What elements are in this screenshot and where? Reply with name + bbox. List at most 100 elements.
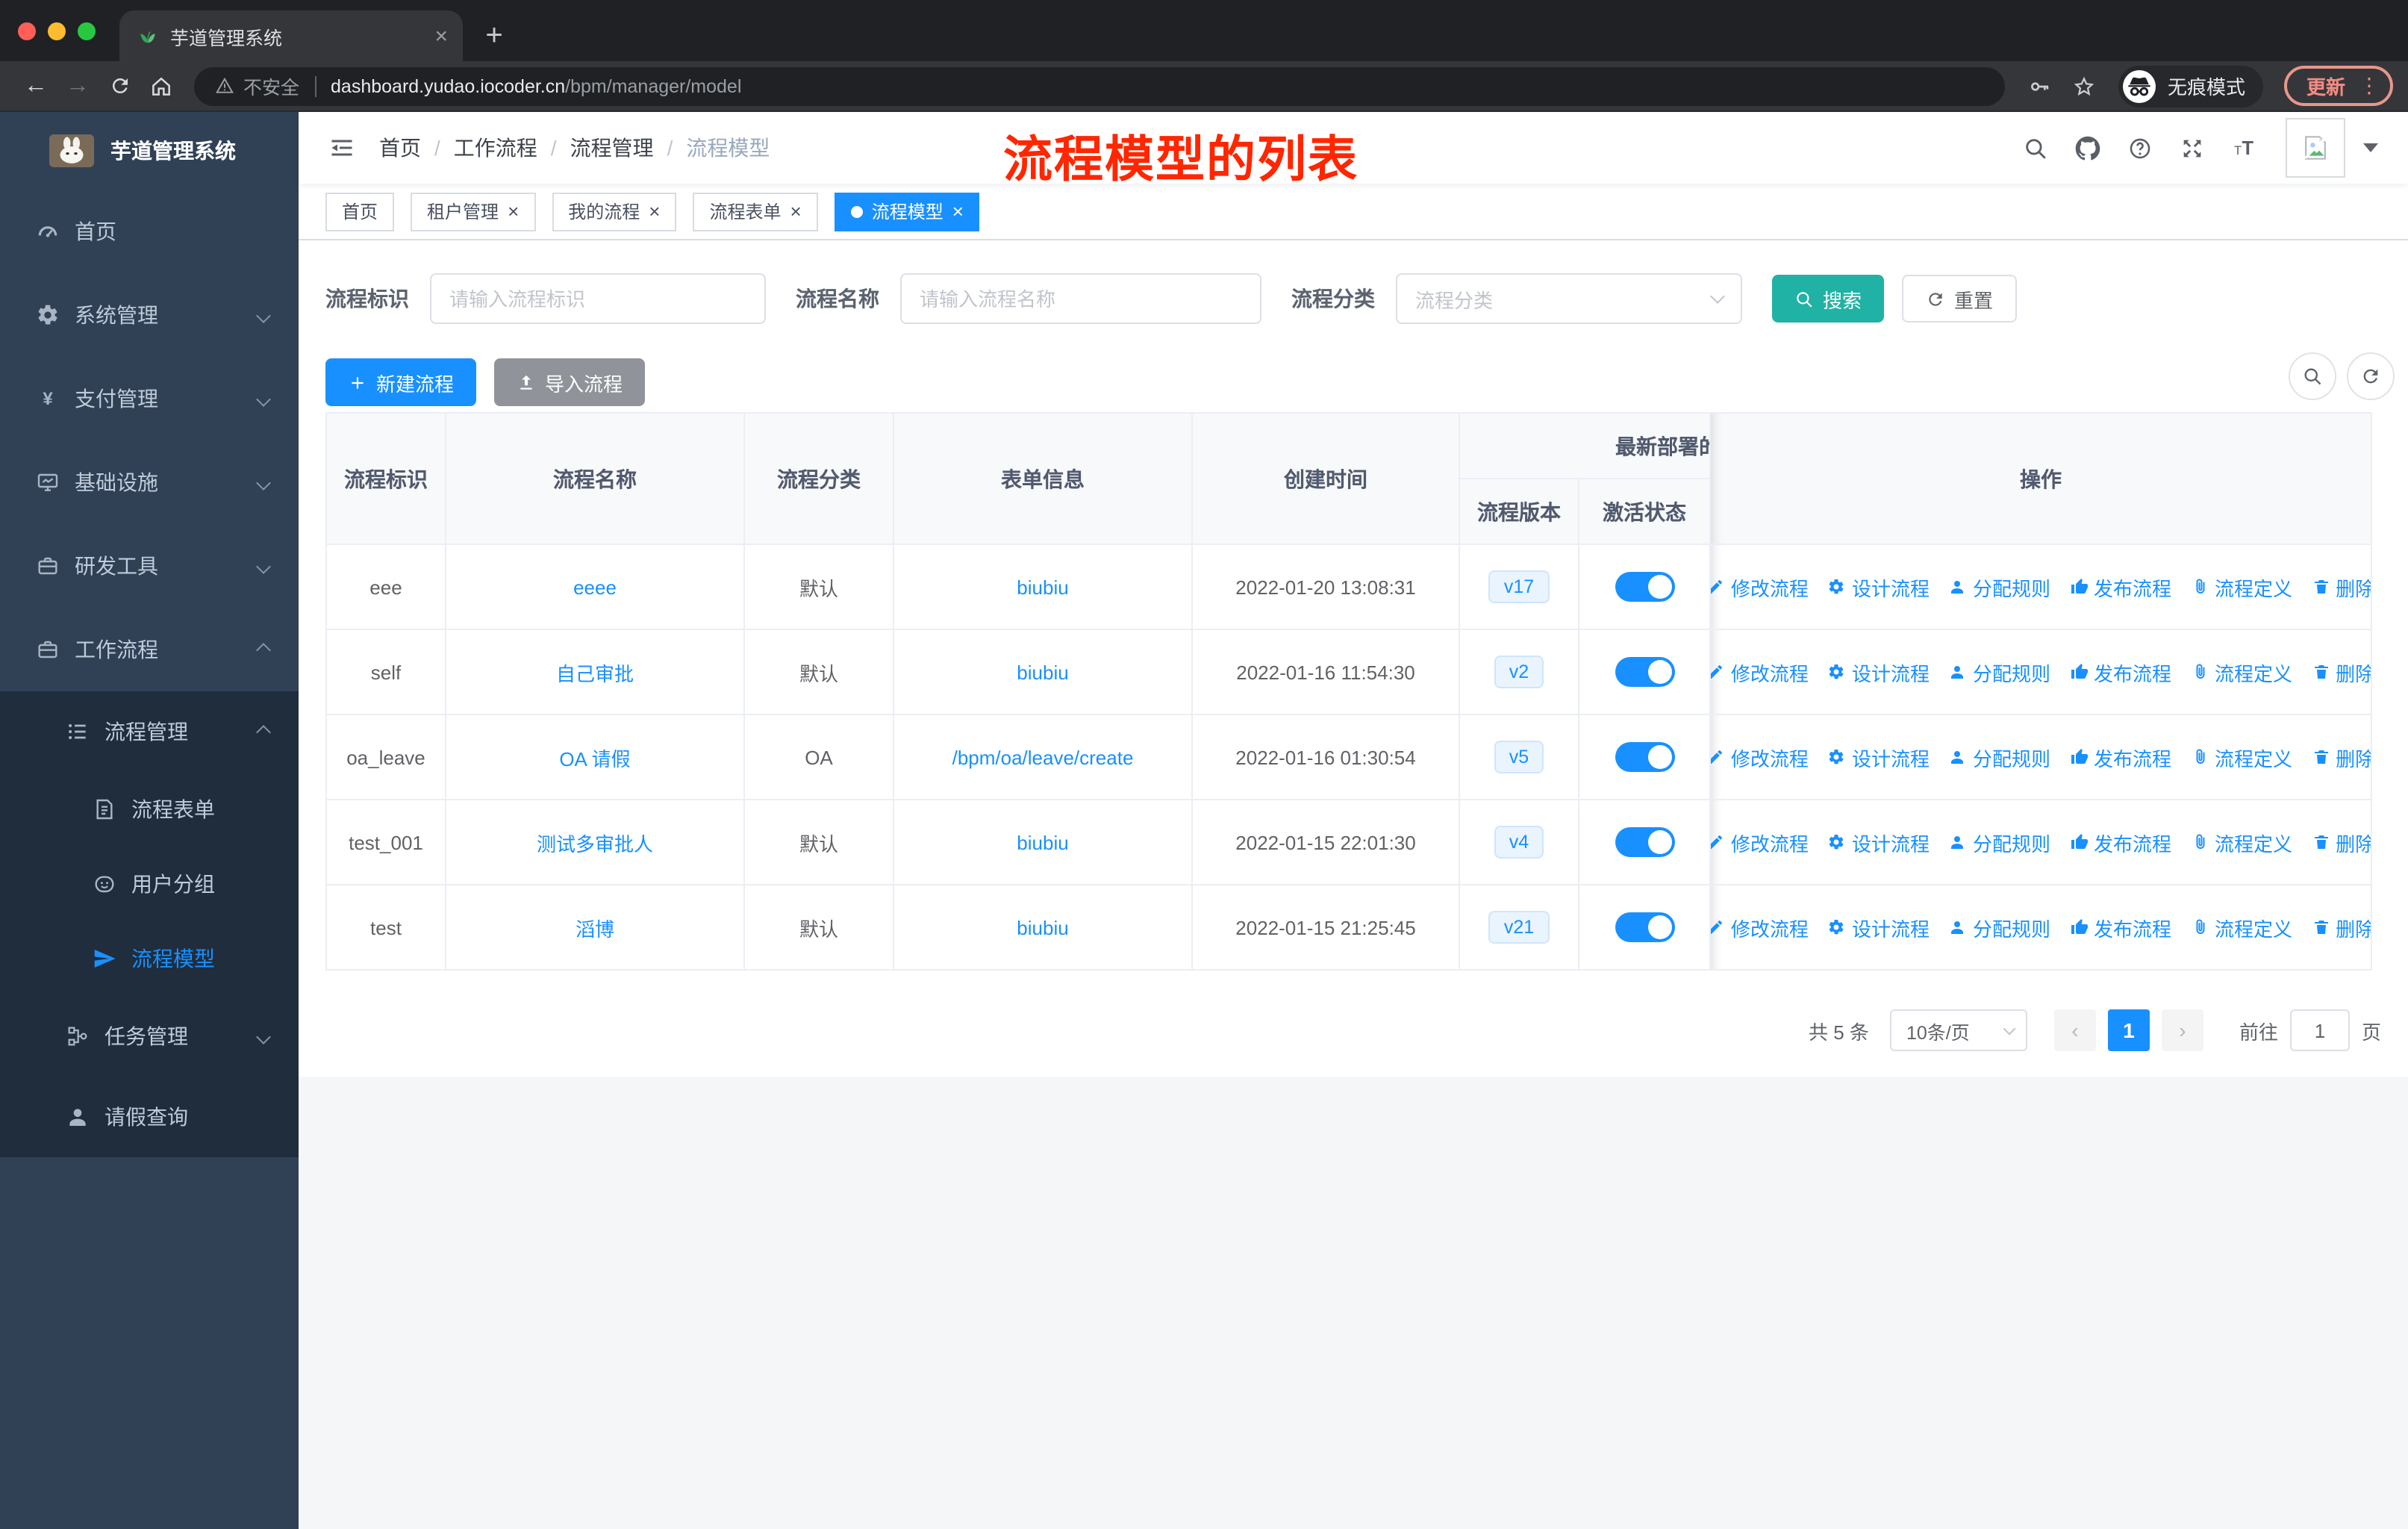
action-definition[interactable]: 流程定义 — [2191, 658, 2292, 686]
version-badge[interactable]: v2 — [1494, 655, 1544, 688]
action-assign[interactable]: 分配规则 — [1949, 573, 2050, 601]
close-window-button[interactable] — [18, 22, 36, 40]
action-design[interactable]: 设计流程 — [1828, 658, 1930, 686]
next-page-button[interactable]: › — [2161, 1009, 2203, 1051]
close-icon[interactable]: × — [952, 202, 964, 221]
browser-tab[interactable]: 芋道管理系统 × — [119, 10, 463, 61]
model-name-link[interactable]: 测试多审批人 — [537, 832, 653, 855]
view-tag[interactable]: 首页 — [325, 192, 395, 231]
action-design[interactable]: 设计流程 — [1828, 743, 1930, 771]
sidebar-item-payment[interactable]: 支付管理 — [0, 357, 299, 440]
action-modify[interactable]: 修改流程 — [1710, 573, 1809, 601]
avatar[interactable] — [2286, 118, 2345, 178]
update-button[interactable]: 更新 ⋮ — [2283, 66, 2393, 106]
form-info-link[interactable]: /bpm/oa/leave/create — [952, 746, 1134, 768]
import-model-button[interactable]: 导入流程 — [494, 358, 646, 406]
action-publish[interactable]: 发布流程 — [2070, 573, 2171, 601]
maximize-window-button[interactable] — [78, 22, 96, 40]
refresh-table-button[interactable] — [2347, 352, 2395, 400]
close-icon[interactable]: × — [508, 202, 519, 221]
model-name-link[interactable]: OA 请假 — [559, 747, 630, 770]
version-badge[interactable]: v5 — [1494, 741, 1544, 773]
category-select[interactable]: 流程分类 — [1396, 273, 1742, 324]
sidebar-item-devtools[interactable]: 研发工具 — [0, 524, 299, 608]
action-definition[interactable]: 流程定义 — [2191, 573, 2292, 601]
action-design[interactable]: 设计流程 — [1828, 828, 1930, 856]
model-name-link[interactable]: 自己审批 — [556, 662, 634, 685]
reload-button[interactable] — [99, 65, 140, 107]
search-button[interactable]: 搜索 — [1772, 275, 1885, 323]
avatar-caret-icon[interactable] — [2363, 143, 2378, 152]
action-delete[interactable]: 删除 — [2312, 913, 2370, 941]
action-design[interactable]: 设计流程 — [1828, 573, 1930, 601]
address-bar[interactable]: 不安全 dashboard.yudao.iocoder.cn/bpm/manag… — [194, 66, 2005, 105]
sidebar-item-process-manage[interactable]: 流程管理 — [0, 691, 299, 772]
model-id-input[interactable] — [430, 273, 766, 324]
action-publish[interactable]: 发布流程 — [2070, 658, 2171, 686]
form-info-link[interactable]: biubiu — [1017, 831, 1068, 853]
security-label[interactable]: 不安全 — [243, 72, 299, 100]
browser-menu-icon[interactable]: ⋮ — [2359, 73, 2380, 99]
action-modify[interactable]: 修改流程 — [1710, 913, 1809, 941]
breadcrumb-home[interactable]: 首页 — [379, 133, 421, 163]
home-button[interactable] — [140, 65, 182, 107]
form-info-link[interactable]: biubiu — [1017, 576, 1068, 598]
new-tab-button[interactable]: + — [472, 13, 517, 58]
action-delete[interactable]: 删除 — [2312, 743, 2370, 771]
active-status-toggle[interactable] — [1615, 572, 1674, 602]
action-delete[interactable]: 删除 — [2312, 828, 2370, 856]
version-badge[interactable]: v4 — [1494, 826, 1544, 859]
action-publish[interactable]: 发布流程 — [2070, 828, 2171, 856]
sidebar-item-process-model[interactable]: 流程模型 — [0, 921, 299, 996]
form-info-link[interactable]: biubiu — [1017, 916, 1068, 938]
action-assign[interactable]: 分配规则 — [1949, 658, 2050, 686]
view-tag[interactable]: 流程表单 × — [693, 192, 818, 231]
sidebar-item-user-group[interactable]: 用户分组 — [0, 847, 299, 921]
help-icon[interactable] — [2127, 135, 2153, 161]
prev-page-button[interactable]: ‹ — [2053, 1009, 2096, 1051]
minimize-window-button[interactable] — [48, 22, 66, 40]
active-status-toggle[interactable] — [1615, 827, 1674, 857]
view-tag[interactable]: 租户管理 × — [411, 192, 536, 231]
action-assign[interactable]: 分配规则 — [1949, 743, 2050, 771]
breadcrumb-process-manage[interactable]: 流程管理 — [570, 133, 654, 163]
action-delete[interactable]: 删除 — [2312, 573, 2370, 601]
version-badge[interactable]: v21 — [1488, 911, 1550, 944]
tab-close-icon[interactable]: × — [434, 25, 448, 47]
password-key-icon[interactable] — [2020, 66, 2059, 105]
breadcrumb-workflow[interactable]: 工作流程 — [454, 133, 537, 163]
action-definition[interactable]: 流程定义 — [2191, 913, 2292, 941]
action-modify[interactable]: 修改流程 — [1710, 743, 1809, 771]
action-publish[interactable]: 发布流程 — [2070, 913, 2171, 941]
collapse-sidebar-icon[interactable] — [328, 134, 355, 161]
close-icon[interactable]: × — [649, 202, 660, 221]
close-icon[interactable]: × — [790, 202, 802, 221]
action-definition[interactable]: 流程定义 — [2191, 828, 2292, 856]
page-1-button[interactable]: 1 — [2107, 1009, 2150, 1051]
action-publish[interactable]: 发布流程 — [2070, 743, 2171, 771]
back-button[interactable]: ← — [15, 65, 57, 107]
sidebar-item-leave-query[interactable]: 请假查询 — [0, 1077, 299, 1157]
model-name-link[interactable]: 滔博 — [576, 918, 614, 940]
sidebar-item-home[interactable]: 首页 — [0, 190, 299, 273]
view-tag[interactable]: 流程模型 × — [834, 192, 980, 231]
create-model-button[interactable]: 新建流程 — [325, 358, 477, 406]
action-definition[interactable]: 流程定义 — [2191, 743, 2292, 771]
active-status-toggle[interactable] — [1615, 912, 1674, 942]
active-status-toggle[interactable] — [1615, 742, 1674, 772]
show-search-button[interactable] — [2289, 352, 2336, 400]
model-name-input[interactable] — [900, 273, 1261, 324]
view-tag[interactable]: 我的流程 × — [552, 192, 677, 231]
action-assign[interactable]: 分配规则 — [1949, 913, 2050, 941]
fullscreen-icon[interactable] — [2180, 135, 2205, 161]
github-icon[interactable] — [2075, 135, 2100, 161]
action-design[interactable]: 设计流程 — [1828, 913, 1930, 941]
active-status-toggle[interactable] — [1615, 657, 1674, 687]
sidebar-item-process-form[interactable]: 流程表单 — [0, 772, 299, 847]
font-size-icon[interactable] — [2232, 134, 2259, 161]
sidebar-item-workflow[interactable]: 工作流程 — [0, 608, 299, 691]
form-info-link[interactable]: biubiu — [1017, 661, 1068, 683]
forward-button[interactable]: → — [57, 65, 99, 107]
sidebar-item-system[interactable]: 系统管理 — [0, 273, 299, 357]
reset-button[interactable]: 重置 — [1902, 275, 2018, 323]
